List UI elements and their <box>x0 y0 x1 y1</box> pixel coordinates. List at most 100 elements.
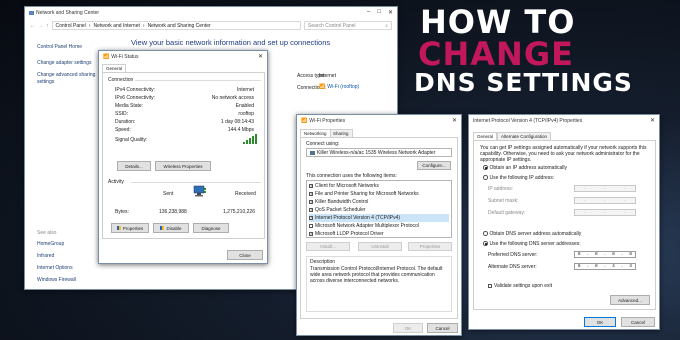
checkbox[interactable]: ✓ <box>309 183 313 188</box>
adapter-icon <box>310 150 315 155</box>
list-item[interactable]: Microsoft Network Adapter Multiplexor Pr… <box>309 222 449 230</box>
install-button[interactable]: Install... <box>306 242 350 251</box>
homegroup-link[interactable]: HomeGroup <box>37 241 64 247</box>
uninstall-button[interactable]: Uninstall <box>358 242 402 251</box>
breadcrumb[interactable]: Control Panel › Network and Internet › Net… <box>51 21 301 30</box>
item-label: Microsoft Network Adapter Multiplexor Pr… <box>315 223 419 229</box>
use-ip-option[interactable]: Use the following IP address: <box>483 175 554 181</box>
item-properties-button[interactable]: Properties <box>408 242 452 251</box>
up-icon[interactable]: ↑ <box>46 23 49 29</box>
status-row-label: Media State: <box>115 103 144 109</box>
connect-using-label: Connect using: <box>306 141 340 147</box>
radio[interactable] <box>483 175 488 180</box>
ipv4-properties-dialog: Internet Protocol Version 4 (TCP/IPv4) P… <box>468 114 660 330</box>
tab-sharing[interactable]: Sharing <box>329 129 353 137</box>
item-label: Internet Protocol Version 4 (TCP/IPv4) <box>315 215 401 221</box>
received-label: Received <box>235 191 256 197</box>
alternate-dns-field[interactable]: 8.8.4.4 <box>574 263 636 270</box>
items-label: This connection uses the following items… <box>306 173 397 179</box>
list-item[interactable]: ✓ File and Printer Sharing for Microsoft … <box>309 190 449 198</box>
ok-button[interactable]: OK <box>584 317 616 327</box>
forward-icon[interactable]: → <box>38 23 43 29</box>
checkbox[interactable]: ✓ <box>309 207 313 212</box>
page-heading: View your basic network information and … <box>131 38 331 47</box>
close-button[interactable]: Close <box>227 250 263 260</box>
list-item[interactable]: ✓ Killer Bandwidth Control <box>309 198 449 206</box>
breadcrumb-item[interactable]: Control Panel <box>56 23 86 29</box>
breadcrumb-sep: › <box>142 22 145 29</box>
checkbox[interactable] <box>309 223 313 228</box>
validate-label: Validate settings upon exit <box>494 283 553 289</box>
diagnose-button[interactable]: Diagnose <box>193 223 229 233</box>
octet: 8 <box>595 264 598 269</box>
disable-button[interactable]: Disable <box>153 223 189 233</box>
internet-options-link[interactable]: Internet Options <box>37 265 73 271</box>
checkbox[interactable]: ✓ <box>309 199 313 204</box>
tab-alternate-configuration[interactable]: Alternate Configuration <box>497 132 552 140</box>
radio-selected[interactable] <box>483 165 488 170</box>
tab-networking[interactable]: Networking <box>300 129 331 137</box>
change-advanced-sharing-link[interactable]: Change advanced sharing settings <box>37 72 99 86</box>
connection-link[interactable]: 📶 Wi-Fi (rooftop) <box>319 84 359 90</box>
close-icon[interactable]: ✕ <box>258 53 263 60</box>
radio-selected[interactable] <box>483 241 488 246</box>
list-item[interactable]: ✓ Microsoft LLDP Protocol Driver <box>309 230 449 238</box>
bytes-label: Bytes: <box>115 209 129 215</box>
auto-ip-option[interactable]: Obtain an IP address automatically <box>483 165 567 171</box>
ip-address-field[interactable]: ... <box>574 185 636 192</box>
tab-general[interactable]: General <box>102 64 127 72</box>
wireless-properties-button[interactable]: Wireless Properties <box>155 161 211 171</box>
wifi-properties-titlebar: 📶 Wi-Fi Properties ✕ <box>297 115 461 126</box>
breadcrumb-item[interactable]: Network and Sharing Center <box>148 23 211 29</box>
shield-icon <box>160 226 165 230</box>
subnet-mask-field[interactable]: ... <box>574 197 636 204</box>
preferred-dns-field[interactable]: 8.8.8.8 <box>574 251 636 258</box>
checkbox[interactable]: ✓ <box>309 231 313 236</box>
checkbox[interactable]: ✓ <box>309 191 313 196</box>
auto-dns-option[interactable]: Obtain DNS server address automatically <box>483 231 581 237</box>
ipv4-titlebar: Internet Protocol Version 4 (TCP/IPv4) P… <box>469 115 659 126</box>
ok-button[interactable]: OK <box>393 323 423 333</box>
windows-firewall-link[interactable]: Windows Firewall <box>37 277 76 283</box>
default-gateway-field[interactable]: ... <box>574 209 636 216</box>
close-icon[interactable]: ✕ <box>388 9 393 16</box>
cancel-button[interactable]: Cancel <box>427 323 458 333</box>
cancel-button[interactable]: Cancel <box>621 317 655 327</box>
properties-button[interactable]: Properties <box>111 223 149 233</box>
infrared-link[interactable]: Infrared <box>37 253 54 259</box>
list-item[interactable]: ✓ QoS Packet Scheduler <box>309 206 449 214</box>
minimize-icon[interactable]: – <box>367 9 370 16</box>
search-input[interactable]: Search Control Panel ⌕ <box>304 21 392 30</box>
close-icon[interactable]: ✕ <box>650 117 655 124</box>
status-row-value: 1 day 08:14:43 <box>220 119 254 125</box>
use-dns-option[interactable]: Use the following DNS server addresses: <box>483 241 581 247</box>
details-button[interactable]: Details... <box>117 161 151 171</box>
configure-button[interactable]: Configure... <box>417 161 451 170</box>
close-icon[interactable]: ✕ <box>452 117 457 124</box>
status-row-label: Speed: <box>115 127 131 133</box>
list-item[interactable]: ✓ Client for Microsoft Networks <box>309 182 449 190</box>
change-adapter-link[interactable]: Change adapter settings <box>37 60 91 66</box>
list-item-selected[interactable]: ✓ Internet Protocol Version 4 (TCP/IPv4) <box>309 214 449 222</box>
validate-option[interactable]: Validate settings upon exit <box>488 283 552 289</box>
back-icon[interactable]: ← <box>30 23 35 29</box>
advanced-button[interactable]: Advanced... <box>610 295 650 305</box>
nsc-titlebar: Network and Sharing Center – □ ✕ <box>25 7 397 18</box>
maximize-icon[interactable]: □ <box>377 9 381 16</box>
tab-general[interactable]: General <box>473 132 498 140</box>
breadcrumb-item[interactable]: Network and Internet <box>93 23 139 29</box>
control-panel-home-link[interactable]: Control Panel Home <box>37 44 82 50</box>
computer-network-icon <box>193 185 207 197</box>
networking-panel: Connect using: Killer Wireless-n/a/ac 15… <box>300 137 458 319</box>
checkbox[interactable] <box>488 283 492 288</box>
activity-divider <box>131 182 261 183</box>
wifi-status-dialog: 📶 Wi-Fi Status ✕ General Connection IPv4 … <box>98 50 268 264</box>
properties-label: Properties <box>122 225 144 231</box>
ipv4-title: Internet Protocol Version 4 (TCP/IPv4) P… <box>473 117 583 124</box>
checkbox[interactable]: ✓ <box>309 215 313 220</box>
radio[interactable] <box>483 231 488 236</box>
status-row-value: Internet <box>237 87 254 93</box>
wifi-status-title: Wi-Fi Status <box>111 53 139 60</box>
items-list[interactable]: ✓ Client for Microsoft Networks ✓ File and… <box>306 180 452 238</box>
search-icon: ⌕ <box>385 22 388 29</box>
